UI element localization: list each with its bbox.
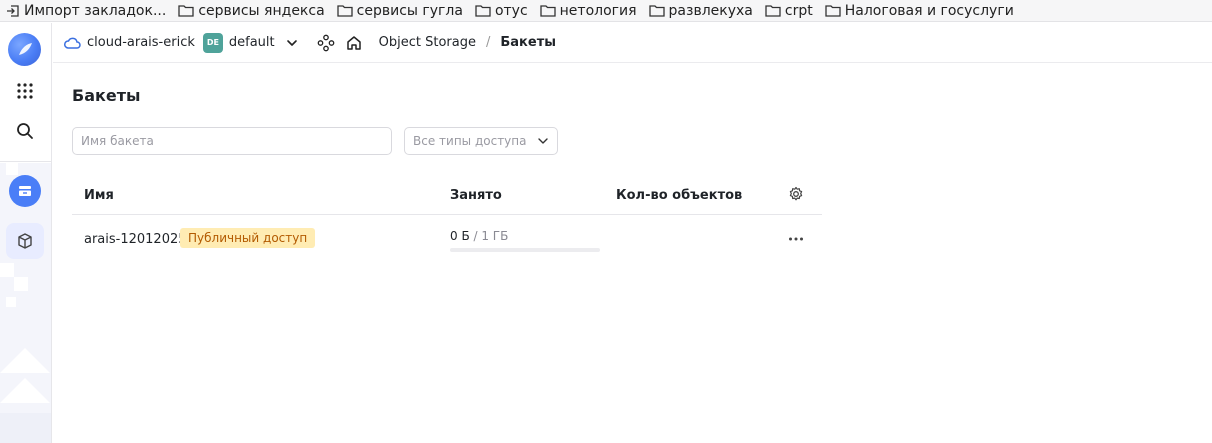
bookmark-label: crpt [784,2,813,19]
cube-icon [18,233,32,249]
bookmark-label: Налоговая и госуслуги [844,2,1014,19]
column-header-objects[interactable]: Кол-во объектов [616,188,742,203]
bucket-usage: 0 Б / 1 ГБ [450,229,508,243]
row-more-menu-icon[interactable] [788,231,804,247]
page-title: Бакеты [72,86,141,105]
folder-icon [825,5,841,17]
folder-icon [648,5,665,17]
bookmark-folder-yandex[interactable]: сервисы яндекса [178,2,325,20]
usage-progress-bar [450,248,600,252]
buckets-table: Имя Занято Кол-во объектов arais-1201202… [72,178,822,265]
breadcrumb-separator: / [485,35,491,50]
services-map-icon[interactable] [317,34,335,52]
bookmark-label: Импорт закладок... [24,2,167,19]
table-row[interactable]: arais-12012025 Публичный доступ 0 Б / 1 … [72,215,822,265]
usage-separator: / [469,229,482,243]
sidebar-divider [0,161,52,162]
folder-icon [475,5,491,17]
bookmark-label: нетология [559,2,637,19]
folder-icon [540,5,556,17]
cloud-icon [64,37,81,49]
column-header-used[interactable]: Занято [450,188,502,203]
bookmark-label: развлекуха [668,2,753,19]
folder-icon [178,5,194,17]
bucket-search-input[interactable] [72,127,392,155]
breadcrumb-current: Бакеты [500,35,556,50]
folder-icon [765,5,781,17]
folder-badge: DE [202,32,223,53]
folder-icon [337,5,353,17]
access-type-select-label: Все типы доступа [413,134,527,148]
bucket-name-link[interactable]: arais-12012025 [84,232,187,247]
usage-used: 0 Б [450,229,470,243]
bookmark-folder-netology[interactable]: нетология [540,2,637,20]
folder-name[interactable]: default [229,35,275,50]
access-badge: Публичный доступ [180,228,316,248]
console-header: cloud-arais-erick DE default Object Stor… [53,23,1212,63]
cloud-name: cloud-arais-erick [87,35,195,50]
breadcrumb: Object Storage / Бакеты [379,35,556,50]
breadcrumb-service[interactable]: Object Storage [379,35,476,50]
sidebar [0,23,52,443]
bookmark-import[interactable]: Импорт закладок... [6,2,166,20]
cloud-logo-icon[interactable] [8,33,41,66]
chevron-down-icon[interactable] [285,36,299,50]
chevron-down-icon [538,138,548,144]
bookmarks-bar: Импорт закладок... сервисы яндекса серви… [0,0,1212,22]
bookmark-folder-fun[interactable]: развлекуха [648,2,753,20]
sidebar-item-storage[interactable] [6,173,44,209]
storage-icon [9,175,41,207]
column-header-name[interactable]: Имя [84,188,114,203]
home-icon[interactable] [345,34,363,52]
bookmark-label: сервисы яндекса [198,2,325,19]
import-icon [7,4,19,17]
bookmark-label: сервисы гугла [356,2,463,19]
access-type-select[interactable]: Все типы доступа [404,127,558,155]
table-header: Имя Занято Кол-во объектов [72,178,822,215]
usage-total: 1 ГБ [481,229,509,243]
bookmark-folder-otus[interactable]: отус [475,2,528,20]
cloud-selector[interactable]: cloud-arais-erick [63,35,195,50]
search-icon[interactable] [6,113,44,149]
table-settings-gear-icon[interactable] [788,186,804,206]
bookmark-folder-tax[interactable]: Налоговая и госуслуги [825,2,1014,20]
sidebar-item-object-storage[interactable] [6,223,44,259]
bookmark-label: отус [494,2,528,19]
services-grid-icon[interactable] [6,73,44,109]
bookmark-folder-google[interactable]: сервисы гугла [337,2,463,20]
bookmark-folder-crpt[interactable]: crpt [765,2,813,20]
